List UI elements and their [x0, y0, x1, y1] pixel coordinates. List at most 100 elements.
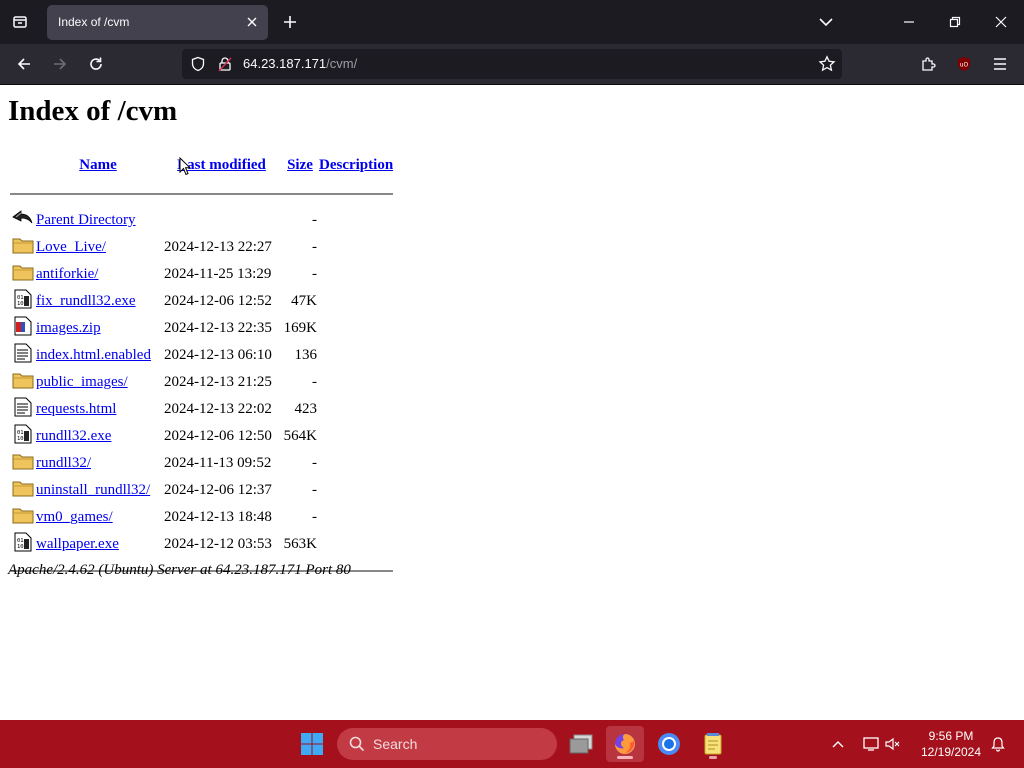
last-modified: 2024-12-06 12:37: [164, 482, 272, 498]
file-size: 47K: [291, 293, 317, 309]
last-modified: 2024-12-06 12:50: [164, 428, 272, 444]
svg-text:10: 10: [17, 301, 24, 307]
extensions-button[interactable]: [914, 50, 942, 78]
file-link[interactable]: index.html.enabled: [36, 347, 151, 363]
table-row: uninstall_rundll32/2024-12-06 12:37 -: [10, 478, 393, 503]
binary-icon: 01 10: [12, 532, 34, 556]
forward-button[interactable]: [46, 50, 74, 78]
app-menu-button[interactable]: [986, 50, 1014, 78]
start-button[interactable]: [293, 726, 331, 762]
sort-by-description-link[interactable]: Description: [319, 157, 393, 173]
file-link[interactable]: fix_rundll32.exe: [36, 293, 136, 309]
file-size: 564K: [283, 428, 317, 444]
last-modified: 2024-12-13 21:25: [164, 374, 272, 390]
insecure-lock-icon[interactable]: [218, 56, 232, 72]
mouse-cursor-icon: [179, 157, 191, 176]
file-link[interactable]: vm0_games/: [36, 509, 113, 525]
file-link[interactable]: uninstall_rundll32/: [36, 482, 150, 498]
file-link[interactable]: wallpaper.exe: [36, 536, 119, 552]
file-link[interactable]: rundll32.exe: [36, 428, 111, 444]
file-link[interactable]: Love_Live/: [36, 239, 106, 255]
svg-text:10: 10: [17, 436, 24, 442]
parent-directory-link[interactable]: Parent Directory: [36, 212, 136, 228]
last-modified: 2024-12-06 12:52: [164, 293, 272, 309]
back-button[interactable]: [10, 50, 38, 78]
folder-icon: [12, 454, 34, 475]
close-window-button[interactable]: [986, 8, 1016, 36]
sort-by-name-link[interactable]: Name: [79, 157, 117, 173]
list-all-tabs-button[interactable]: [812, 8, 840, 36]
file-link[interactable]: rundll32/: [36, 455, 91, 471]
minimize-button[interactable]: [894, 8, 924, 36]
bookmark-star-icon[interactable]: [818, 55, 836, 73]
url-text: 64.23.187.171/cvm/: [243, 56, 357, 71]
chrome-icon: [658, 733, 680, 755]
new-tab-button[interactable]: [276, 8, 304, 36]
file-size: 423: [294, 401, 318, 417]
file-description: [319, 235, 393, 260]
firefox-view-button[interactable]: [6, 8, 34, 36]
search-label: Search: [373, 736, 418, 752]
restore-button[interactable]: [940, 8, 970, 36]
file-link[interactable]: images.zip: [36, 320, 101, 336]
table-row: 01 10 fix_rundll32.exe 2024-12-06 12:52 47K: [10, 289, 393, 314]
table-row: index.html.enabled 2024-12-13 06:10 136: [10, 343, 393, 368]
reload-button[interactable]: [82, 50, 110, 78]
file-description: [319, 424, 393, 449]
ublock-origin-icon: uO: [958, 57, 970, 71]
back-arrow-icon: [17, 58, 30, 70]
taskbar-search-box[interactable]: Search: [337, 728, 557, 760]
file-size: -: [312, 374, 317, 390]
tab-bar: Index of /cvm: [0, 0, 1024, 44]
table-row-parent: Parent Directory -: [10, 208, 393, 233]
folder-icon: [12, 238, 34, 259]
file-size: -: [312, 509, 317, 525]
text-icon: [12, 397, 34, 421]
notifications-button[interactable]: [984, 726, 1012, 762]
icon-column-header: [10, 151, 34, 180]
file-link[interactable]: public_images/: [36, 374, 128, 390]
name-column-header: Name: [36, 151, 160, 180]
file-rows: Love_Live/2024-12-13 22:27- antiforkie/20…: [10, 235, 393, 557]
taskbar-notepad[interactable]: [694, 726, 732, 762]
binary-icon: 01 10: [12, 289, 34, 313]
show-hidden-icons-button[interactable]: [823, 726, 853, 762]
file-size: 563K: [283, 536, 317, 552]
table-row: requests.html 2024-12-13 22:02 423: [10, 397, 393, 422]
tab-close-button[interactable]: [242, 12, 262, 32]
folder-icon: [12, 508, 34, 529]
sort-by-size-link[interactable]: Size: [287, 157, 313, 173]
taskbar: Search 9:56 PM 12/19/2024: [0, 720, 1024, 768]
running-indicator: [709, 756, 717, 759]
file-size: -: [312, 482, 317, 498]
tab-active[interactable]: Index of /cvm: [47, 5, 268, 40]
table-row: 01 10 rundll32.exe 2024-12-06 12:50 564K: [10, 424, 393, 449]
last-modified: 2024-12-13 22:35: [164, 320, 272, 336]
shield-icon[interactable]: [190, 56, 206, 72]
server-signature: Apache/2.4.62 (Ubuntu) Server at 64.23.1…: [8, 562, 351, 578]
ublock-origin-button[interactable]: uO: [950, 50, 978, 78]
file-explorer-icon: [569, 734, 593, 754]
chevron-down-icon: [819, 18, 833, 27]
file-description: [319, 370, 393, 395]
file-description: [319, 505, 393, 530]
taskbar-task-view[interactable]: [562, 726, 600, 762]
last-modified: 2024-12-13 06:10: [164, 347, 272, 363]
close-icon: [995, 16, 1007, 28]
file-link[interactable]: antiforkie/: [36, 266, 98, 282]
taskbar-chrome[interactable]: [650, 726, 688, 762]
taskbar-firefox[interactable]: [606, 726, 644, 762]
text-icon: [12, 343, 34, 367]
url-path: /cvm/: [326, 56, 358, 71]
header-rule-row: [10, 182, 394, 206]
windows-logo-icon: [301, 733, 323, 755]
network-volume-button[interactable]: [856, 726, 908, 762]
navigation-bar: 64.23.187.171/cvm/ uO: [0, 44, 1024, 85]
description-column-header: Description: [319, 151, 393, 180]
file-description: [319, 316, 393, 341]
url-bar[interactable]: 64.23.187.171/cvm/: [182, 49, 842, 79]
svg-text:uO: uO: [960, 62, 969, 69]
file-link[interactable]: requests.html: [36, 401, 116, 417]
file-description: [319, 532, 393, 557]
system-clock[interactable]: 9:56 PM 12/19/2024: [912, 728, 990, 760]
